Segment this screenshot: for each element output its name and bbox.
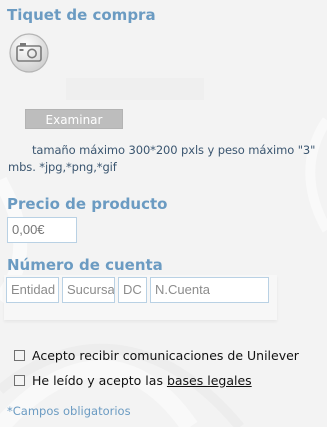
communications-consent-row: Acepto recibir comunicaciones de Unileve… xyxy=(14,347,299,363)
entity-input[interactable]: Entidad xyxy=(6,277,59,303)
receipt-heading: Tiquet de compra xyxy=(7,6,156,24)
control-digit-input[interactable]: DC xyxy=(118,277,147,303)
legal-terms-link[interactable]: bases legales xyxy=(167,373,252,388)
camera-icon[interactable] xyxy=(7,32,51,74)
legal-consent-row: He leído y acepto las bases legales xyxy=(14,372,252,388)
account-number-input[interactable]: N.Cuenta xyxy=(150,277,269,303)
upload-hint-line1: tamaño máximo 300*200 pxls y peso máximo… xyxy=(32,143,316,157)
required-fields-note: *Campos obligatorios xyxy=(7,404,131,418)
file-name-field xyxy=(66,78,204,100)
account-heading: Número de cuenta xyxy=(7,256,163,274)
upload-hint-line2: mbs. *jpg,*png,*gif xyxy=(8,160,117,174)
communications-label: Acepto recibir comunicaciones de Unileve… xyxy=(32,347,299,363)
price-input[interactable]: 0,00€ xyxy=(7,217,77,243)
legal-checkbox[interactable] xyxy=(14,374,25,386)
legal-label: He leído y acepto las xyxy=(32,372,163,388)
communications-checkbox[interactable] xyxy=(14,349,25,361)
branch-input[interactable]: Sucursal xyxy=(62,277,115,303)
browse-button[interactable]: Examinar xyxy=(25,109,123,129)
price-heading: Precio de producto xyxy=(7,195,168,213)
